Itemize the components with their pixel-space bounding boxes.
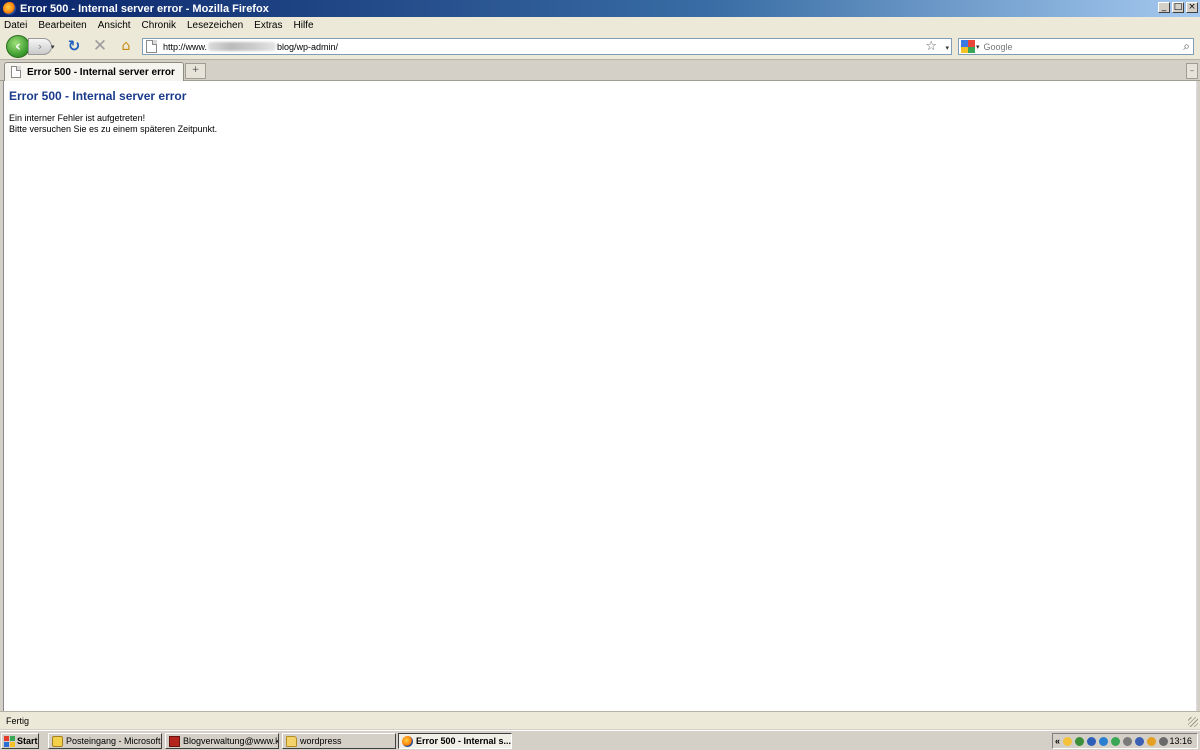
minimize-button[interactable]: _ <box>1158 2 1170 13</box>
home-button[interactable]: ⌂ <box>118 38 134 54</box>
page-content: Error 500 - Internal server error Ein in… <box>3 81 1197 711</box>
back-button[interactable]: ‹ <box>6 35 30 58</box>
window-controls: _ □ × <box>1158 2 1198 13</box>
tray-app-icon[interactable] <box>1063 736 1073 746</box>
url-text[interactable]: http://www. blog/wp-admin/ <box>163 42 338 52</box>
menu-lesezeichen[interactable]: Lesezeichen <box>187 20 243 31</box>
tray-app-icon[interactable] <box>1147 736 1157 746</box>
page-icon <box>11 66 21 78</box>
new-tab-button[interactable]: + <box>185 63 206 79</box>
engine-dropdown-icon[interactable]: ▾ <box>976 43 980 51</box>
clock[interactable]: 13:16 <box>1169 736 1192 746</box>
folder-icon <box>286 735 297 747</box>
tab-label: Error 500 - Internal server error <box>27 66 175 78</box>
tray-app-icon[interactable] <box>1123 736 1133 746</box>
tab-strip: Error 500 - Internal server error + – <box>0 60 1200 81</box>
tray-app-icon[interactable] <box>1099 736 1109 746</box>
menu-bar: Datei Bearbeiten Ansicht Chronik Lesezei… <box>0 17 1200 33</box>
url-suffix: blog/wp-admin/ <box>277 41 339 52</box>
menu-extras[interactable]: Extras <box>254 20 282 31</box>
error-line-2: Bitte versuchen Sie es zu einem späteren… <box>9 124 218 134</box>
menu-ansicht[interactable]: Ansicht <box>98 20 131 31</box>
taskbar: Start Posteingang - Microsoft ... Blogve… <box>0 730 1200 750</box>
search-input[interactable] <box>983 41 1174 52</box>
firefox-icon <box>3 2 16 15</box>
history-dropdown-icon[interactable]: ▾ <box>51 43 55 51</box>
start-label: Start <box>17 736 38 746</box>
redacted-domain <box>208 42 277 51</box>
taskbar-item-wordpress-folder[interactable]: wordpress <box>282 733 396 749</box>
menu-chronik[interactable]: Chronik <box>142 20 176 31</box>
status-text: Fertig <box>6 715 30 726</box>
close-button[interactable]: × <box>1186 2 1198 13</box>
navigation-toolbar: ‹ › ▾ ↻ ✕ ⌂ http://www. blog/wp-admin/ ☆… <box>0 33 1200 60</box>
maximize-button[interactable]: □ <box>1172 2 1184 13</box>
url-dropdown-icon[interactable]: ▾ <box>945 44 949 52</box>
tray-app-icon[interactable] <box>1159 736 1169 746</box>
taskbar-item-label: Blogverwaltung@www.kl... <box>183 736 279 746</box>
error-line-1: Ein interner Fehler ist aufgetreten! <box>9 113 146 123</box>
page-icon <box>146 40 157 53</box>
tray-app-icon[interactable] <box>1135 736 1145 746</box>
taskbar-item-outlook[interactable]: Posteingang - Microsoft ... <box>48 733 162 749</box>
start-button[interactable]: Start <box>1 733 39 749</box>
search-icon[interactable]: ⌕ <box>1183 39 1190 54</box>
firefox-icon <box>402 735 413 747</box>
error-heading: Error 500 - Internal server error <box>9 89 187 103</box>
outlook-icon <box>52 735 63 747</box>
menu-datei[interactable]: Datei <box>4 20 27 31</box>
filezilla-icon <box>169 735 180 747</box>
tab-error-500[interactable]: Error 500 - Internal server error <box>4 62 184 81</box>
taskbar-item-firefox[interactable]: Error 500 - Internal s... <box>398 733 512 749</box>
url-bar[interactable]: http://www. blog/wp-admin/ ☆ ▾ <box>142 38 952 55</box>
bookmark-star-icon[interactable]: ☆ <box>925 39 937 54</box>
menu-bearbeiten[interactable]: Bearbeiten <box>38 20 86 31</box>
window-titlebar[interactable]: Error 500 - Internal server error - Mozi… <box>0 0 1200 17</box>
forward-button[interactable]: › <box>28 38 52 55</box>
tray-app-icon[interactable] <box>1075 736 1085 746</box>
system-tray: « 13:16 <box>1052 733 1198 749</box>
google-icon[interactable] <box>961 40 975 53</box>
tray-app-icon[interactable] <box>1111 736 1121 746</box>
taskbar-item-label: Error 500 - Internal s... <box>416 736 512 746</box>
error-message: Ein interner Fehler ist aufgetreten! Bit… <box>9 113 217 135</box>
reload-button[interactable]: ↻ <box>66 39 82 55</box>
stop-button[interactable]: ✕ <box>92 38 108 55</box>
tray-app-icon[interactable] <box>1087 736 1097 746</box>
search-bar: ▾ ⌕ <box>958 38 1194 55</box>
taskbar-item-filezilla[interactable]: Blogverwaltung@www.kl... <box>165 733 279 749</box>
windows-logo-icon <box>4 735 15 747</box>
menu-hilfe[interactable]: Hilfe <box>294 20 314 31</box>
status-bar: Fertig <box>0 711 1200 729</box>
taskbar-item-label: wordpress <box>300 736 342 746</box>
window-title: Error 500 - Internal server error - Mozi… <box>20 2 269 15</box>
tray-expand-icon[interactable]: « <box>1055 736 1060 746</box>
tab-list-button[interactable]: – <box>1186 63 1198 79</box>
url-prefix: http://www. <box>163 41 208 52</box>
resize-grip-icon[interactable] <box>1188 717 1198 727</box>
taskbar-item-label: Posteingang - Microsoft ... <box>66 736 162 746</box>
